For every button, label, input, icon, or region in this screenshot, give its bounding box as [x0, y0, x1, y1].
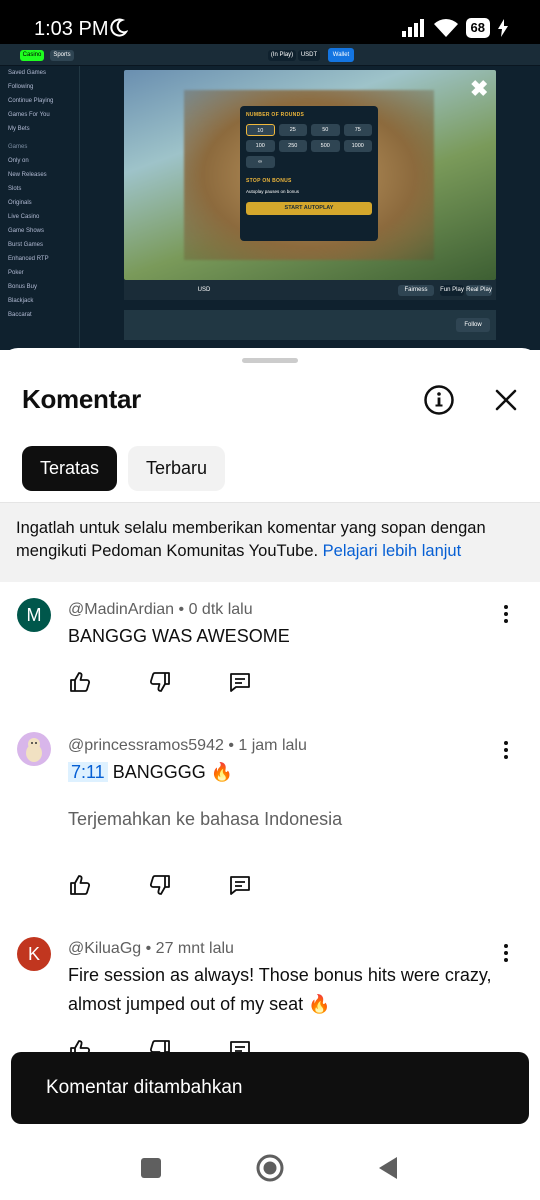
comment-text: Fire session as always! Those bonus hits… — [68, 965, 492, 1014]
sidebar-item: Enhanced RTP — [8, 256, 49, 262]
sort-chips: Teratas Terbaru — [22, 446, 226, 491]
toggle-label: Autoplay pauses on bonus — [246, 189, 300, 194]
toolbar-currency: USD — [197, 287, 211, 293]
currency-label: USDT — [298, 50, 320, 61]
real-play-button: Real Play — [466, 285, 492, 296]
signal-icon — [401, 19, 424, 37]
start-autoplay-button: START AUTOPLAY — [246, 202, 372, 215]
comment-actions — [68, 873, 252, 897]
sidebar-item: Originals — [8, 200, 32, 206]
comment-body: BANGGGG 🔥 — [107, 762, 234, 782]
sidebar-item: Blackjack — [8, 298, 34, 304]
sidebar-item: Only on — [8, 158, 29, 164]
timestamp-link[interactable]: 7:11 — [68, 762, 108, 782]
sidebar-item: My Bets — [8, 126, 30, 132]
dislike-icon[interactable] — [148, 670, 172, 694]
comment-meta: @KiluaGg • 27 mnt lalu — [68, 940, 234, 958]
avatar[interactable]: M — [17, 598, 51, 632]
reply-icon[interactable] — [228, 670, 252, 694]
round-option: 75 — [343, 124, 372, 136]
comment-author[interactable]: @MadinArdian — [68, 601, 174, 618]
more-options-icon[interactable] — [500, 740, 512, 760]
sidebar-item: Games For You — [8, 112, 50, 118]
sidebar-item: Live Casino — [8, 214, 40, 220]
sidebar-item: Poker — [8, 270, 24, 276]
battery-level: 68 — [465, 18, 490, 38]
site-topbar: Casino Sports (In Play) USDT Wallet — [0, 44, 540, 66]
status-time: 1:03 PM — [34, 18, 109, 40]
in-play-label: (In Play) — [268, 50, 296, 61]
comment-meta: @MadinArdian • 0 dtk lalu — [68, 601, 253, 619]
learn-more-link[interactable]: Pelajari lebih lanjut — [323, 542, 462, 560]
wifi-icon — [433, 19, 458, 37]
comment-text: BANGGG WAS AWESOME — [68, 626, 290, 646]
like-icon[interactable] — [68, 670, 92, 694]
game-info-bar: Follow — [124, 310, 496, 340]
casino-tab: Casino — [20, 50, 44, 61]
wallet-button: Wallet — [328, 48, 354, 62]
sidebar-item: Following — [8, 84, 34, 90]
round-option: 10 — [246, 124, 275, 136]
comment-time: • 1 jam lalu — [223, 737, 307, 754]
round-option: 100 — [246, 140, 275, 152]
comment-time: • 27 mnt lalu — [141, 940, 234, 957]
more-options-icon[interactable] — [500, 943, 512, 963]
rounds-label: NUMBER OF ROUNDS — [246, 112, 305, 118]
autoplay-modal: NUMBER OF ROUNDS 10 25 50 75 100 250 500… — [240, 106, 378, 241]
snackbar-toast: Komentar ditambahkan — [11, 1052, 529, 1124]
comment-time: • 0 dtk lalu — [174, 601, 253, 618]
community-notice: Ingatlah untuk selalu memberikan komenta… — [0, 502, 540, 582]
follow-button: Follow — [456, 318, 490, 332]
more-options-icon[interactable] — [500, 604, 512, 624]
dnd-moon-icon — [110, 18, 128, 37]
fairness-button: Fairness — [398, 285, 434, 296]
system-nav-bar — [0, 1136, 540, 1200]
sheet-title: Komentar — [22, 384, 141, 414]
dislike-icon[interactable] — [148, 873, 172, 897]
round-option: 250 — [278, 140, 307, 152]
round-option: 25 — [278, 124, 307, 136]
avatar[interactable]: K — [17, 937, 51, 971]
sidebar-item: New Releases — [8, 172, 47, 178]
comment-text: 7:11 BANGGGG 🔥 — [68, 758, 508, 787]
comments-sheet: Komentar Teratas Terbaru Ingatlah untuk … — [0, 348, 540, 1148]
comment-author[interactable]: @KiluaGg — [68, 940, 141, 957]
tab-terbaru[interactable]: Terbaru — [128, 446, 226, 491]
home-button[interactable] — [256, 1154, 284, 1182]
round-option: ∞ — [246, 156, 275, 168]
translate-link[interactable]: Terjemahkan ke bahasa Indonesia — [68, 809, 342, 830]
tab-teratas[interactable]: Teratas — [22, 446, 118, 491]
sidebar-item: Burst Games — [8, 242, 44, 248]
fun-play-button: Fun Play — [440, 285, 464, 296]
sidebar-item: Continue Playing — [8, 98, 54, 104]
info-icon[interactable] — [423, 384, 455, 416]
drag-handle[interactable] — [242, 358, 298, 363]
comment-author[interactable]: @princessramos5942 — [68, 737, 224, 754]
site-sidebar: Saved Games Following Continue Playing G… — [0, 66, 80, 350]
sidebar-heading: Games — [8, 144, 28, 150]
stop-bonus-label: STOP ON BONUS — [246, 178, 292, 184]
close-icon[interactable] — [492, 386, 520, 414]
sports-tab: Sports — [50, 50, 74, 61]
sidebar-item: Game Shows — [8, 228, 45, 234]
round-option: 50 — [311, 124, 340, 136]
like-icon[interactable] — [68, 873, 92, 897]
back-button[interactable] — [377, 1155, 399, 1181]
sidebar-item: Slots — [8, 186, 22, 192]
sidebar-item: Saved Games — [8, 70, 47, 76]
recents-button[interactable] — [141, 1158, 161, 1178]
comment-meta: @princessramos5942 • 1 jam lalu — [68, 737, 307, 755]
video-close-icon: ✖ — [470, 76, 489, 101]
round-option: 500 — [311, 140, 340, 152]
game-toolbar: USD Fairness Fun Play Real Play — [124, 284, 496, 298]
reply-icon[interactable] — [228, 873, 252, 897]
sidebar-item: Baccarat — [8, 312, 32, 318]
avatar[interactable] — [17, 732, 51, 766]
video-player[interactable]: Casino Sports (In Play) USDT Wallet Save… — [0, 44, 540, 350]
comment-actions — [68, 670, 252, 694]
charging-icon — [498, 19, 508, 37]
round-option: 1000 — [343, 140, 372, 152]
sidebar-item: Bonus Buy — [8, 284, 38, 290]
